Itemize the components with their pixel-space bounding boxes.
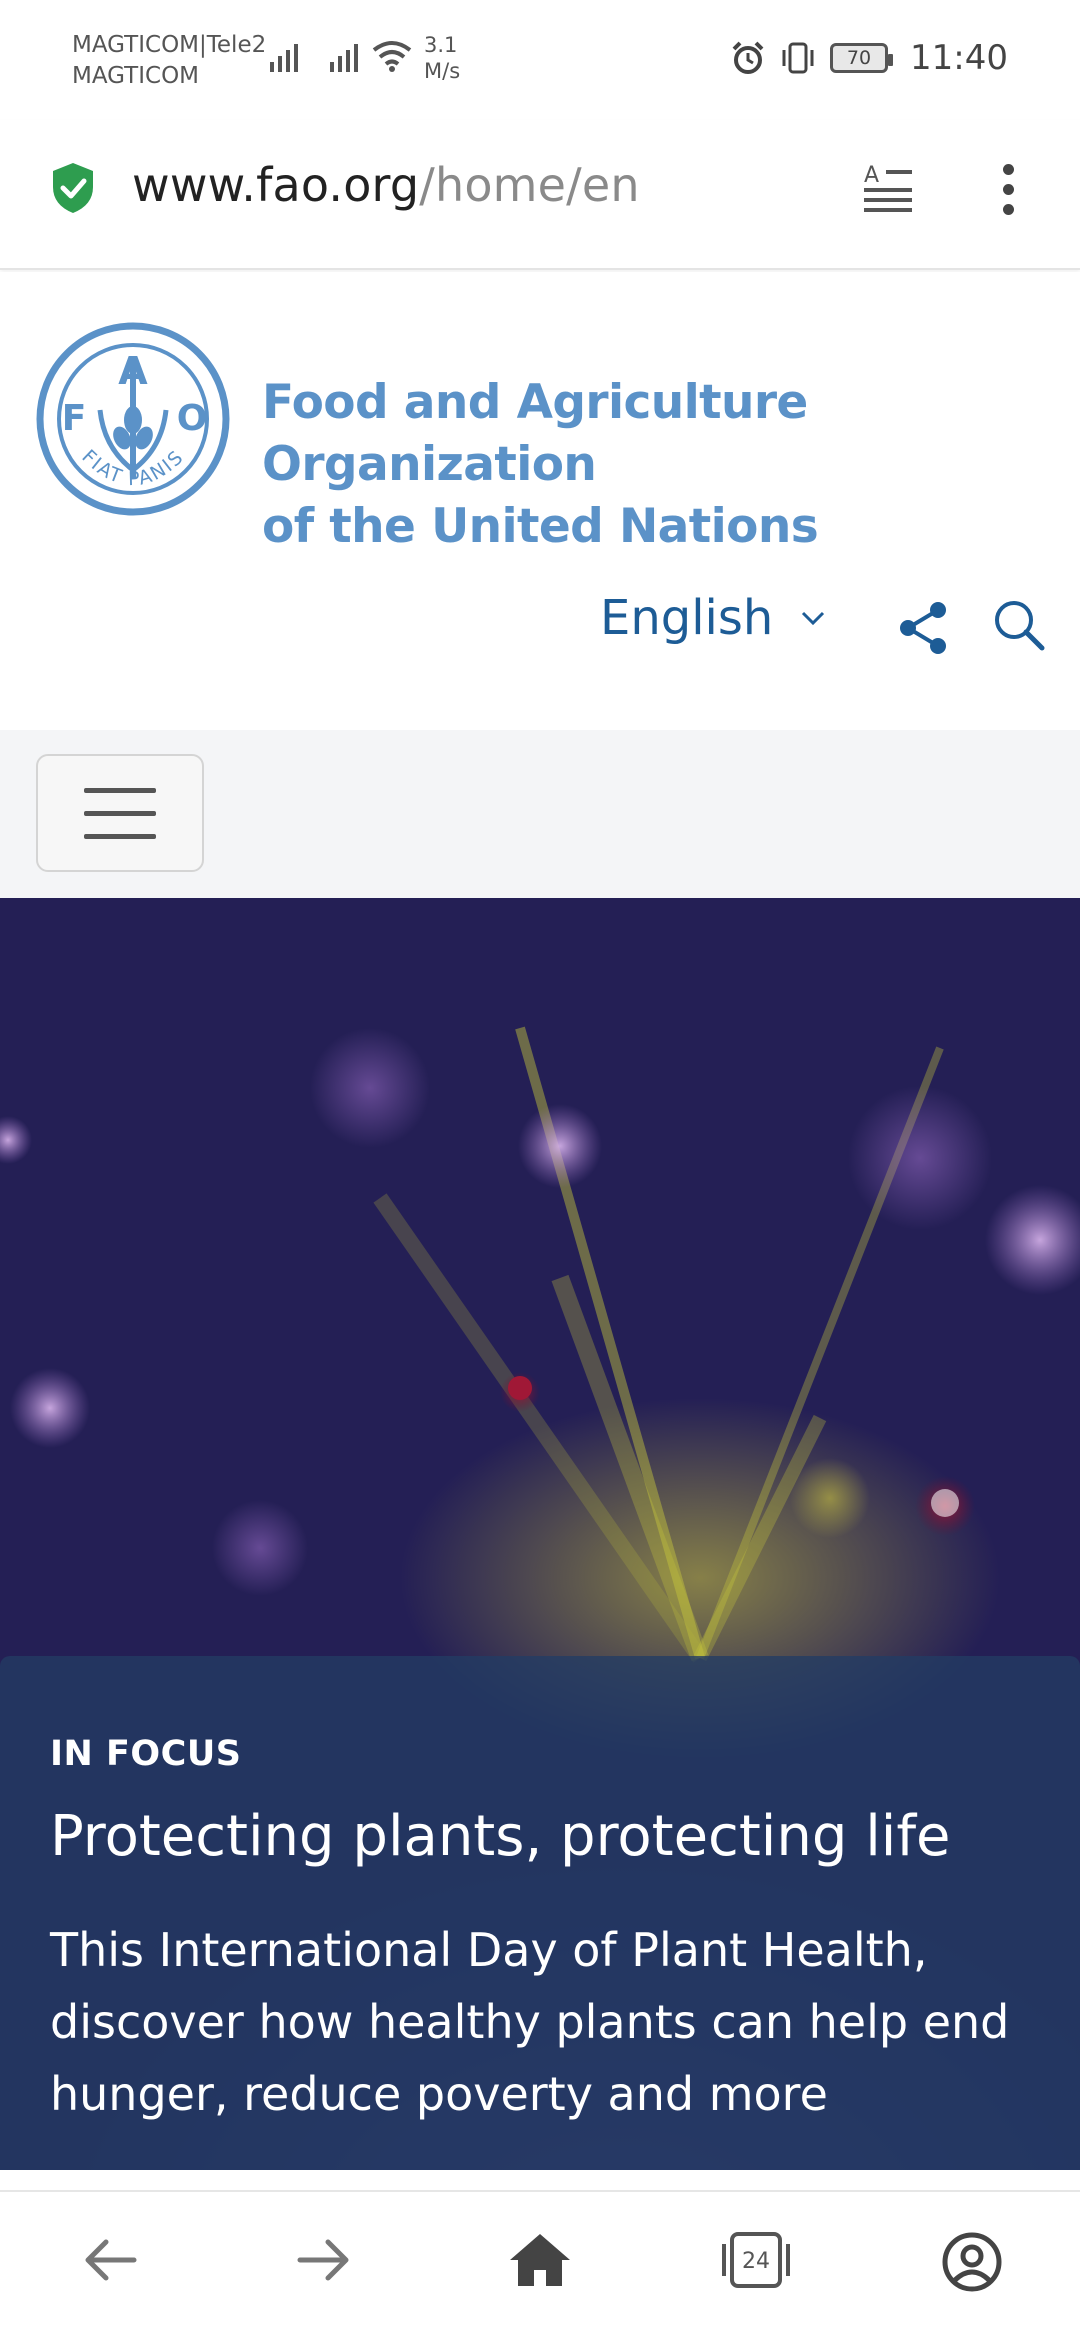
fao-logo[interactable]: A F O FIAT PANIS <box>34 320 232 518</box>
hamburger-icon <box>84 788 156 793</box>
network-speed: 3.1 M/s <box>424 32 460 84</box>
arrow-right-icon[interactable] <box>294 2230 354 2290</box>
org-name-line2: of the United Nations <box>262 499 819 554</box>
hero-banner[interactable]: IN FOCUS Protecting plants, protecting l… <box>0 898 1080 2170</box>
carrier-2: MAGTICOM <box>72 63 200 89</box>
url-path: /home/en <box>419 158 640 212</box>
focus-title[interactable]: Protecting plants, protecting life <box>50 1804 950 1869</box>
profile-icon[interactable] <box>940 2230 1004 2294</box>
tab-count: 24 <box>742 2249 770 2274</box>
focus-kicker: IN FOCUS <box>50 1734 242 1774</box>
browser-bottom-nav: 24 <box>0 2190 1080 2340</box>
carrier-info: MAGTICOM|Tele2 MAGTICOM <box>72 30 266 92</box>
battery-icon: 70 <box>830 43 894 73</box>
url-text[interactable]: www.fao.org/home/en <box>132 158 640 212</box>
logo-letter-o: O <box>177 398 208 439</box>
battery-level: 70 <box>846 47 872 69</box>
status-right: 70 11:40 <box>730 38 1008 78</box>
in-focus-card[interactable]: IN FOCUS Protecting plants, protecting l… <box>0 1656 1080 2170</box>
signal-icon <box>330 44 358 72</box>
alarm-icon <box>732 41 764 74</box>
tabs-icon[interactable]: 24 <box>720 2230 792 2290</box>
wifi-icon <box>372 41 412 72</box>
focus-description: This International Day of Plant Health, … <box>50 1923 1010 2121</box>
hamburger-menu-button[interactable] <box>36 754 204 872</box>
browser-address-bar[interactable]: www.fao.org/home/en A <box>0 120 1080 270</box>
vibrate-icon <box>782 42 814 74</box>
org-name-line1: Food and Agriculture Organization <box>262 375 808 492</box>
share-icon[interactable] <box>896 600 952 656</box>
organization-name[interactable]: Food and Agriculture Organization of the… <box>262 372 1080 558</box>
status-bar: MAGTICOM|Tele2 MAGTICOM 3.1 M/s 70 11:40 <box>0 0 1080 120</box>
logo-letter-a: A <box>118 349 148 393</box>
language-label: English <box>600 590 774 646</box>
shield-check-icon[interactable] <box>50 161 96 215</box>
clock: 11:40 <box>910 38 1008 78</box>
url-host: www.fao.org <box>132 158 420 212</box>
language-selector[interactable]: English <box>600 590 827 646</box>
net-speed-unit: M/s <box>424 59 461 83</box>
nav-strip <box>0 730 1080 898</box>
reader-mode-icon[interactable]: A <box>862 160 914 220</box>
svg-text:A: A <box>864 163 879 188</box>
search-icon[interactable] <box>992 598 1048 654</box>
signal-icon <box>270 44 298 72</box>
logo-letter-f: F <box>62 398 87 439</box>
more-vertical-icon[interactable] <box>990 160 1026 224</box>
arrow-left-icon[interactable] <box>80 2230 140 2290</box>
home-icon[interactable] <box>508 2230 572 2290</box>
carrier-1: MAGTICOM|Tele2 <box>72 32 267 58</box>
chevron-down-icon <box>802 611 825 626</box>
net-speed-value: 3.1 <box>424 33 458 57</box>
site-header: A F O FIAT PANIS Food and Agriculture Or… <box>0 272 1080 728</box>
